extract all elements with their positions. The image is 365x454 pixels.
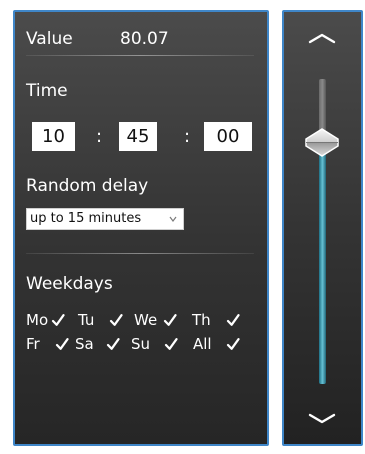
weekday-row-1: Mo Tu We Th xyxy=(26,309,262,331)
weekday-label-we: We xyxy=(134,311,158,329)
weekday-label-su: Su xyxy=(131,335,151,353)
check-icon xyxy=(163,314,177,326)
minute-field[interactable]: 45 xyxy=(119,122,157,151)
check-icon xyxy=(226,338,240,350)
weekday-label-all: All xyxy=(193,335,212,353)
weekday-label-sa: Sa xyxy=(75,335,94,353)
schedule-panel: Value 80.07 Time 10 : 45 : 00 Random del… xyxy=(13,10,269,446)
check-icon xyxy=(51,314,65,326)
random-delay-heading: Random delay xyxy=(26,176,149,196)
time-heading: Time xyxy=(26,81,68,101)
middle-divider xyxy=(26,253,254,254)
weekday-label-mo: Mo xyxy=(26,311,49,329)
value-number: 80.07 xyxy=(120,29,169,49)
chevron-up-icon[interactable] xyxy=(307,31,337,45)
value-label: Value xyxy=(26,29,73,49)
chevron-down-icon[interactable] xyxy=(307,412,337,426)
weekday-label-th: Th xyxy=(192,311,211,329)
slider-thumb[interactable] xyxy=(299,125,345,160)
hour-field[interactable]: 10 xyxy=(32,122,75,151)
weekday-label-fr: Fr xyxy=(26,335,40,353)
check-icon xyxy=(109,314,123,326)
second-field[interactable]: 00 xyxy=(204,122,252,151)
value-slider-panel xyxy=(282,10,363,446)
time-separator-1: : xyxy=(95,126,103,147)
weekday-row-2: Fr Sa Su All xyxy=(26,333,262,355)
check-icon xyxy=(226,314,240,326)
check-icon xyxy=(164,338,178,350)
weekdays-heading: Weekdays xyxy=(26,274,113,294)
top-divider xyxy=(26,55,254,56)
time-separator-2: : xyxy=(183,126,191,147)
weekday-label-tu: Tu xyxy=(78,311,95,329)
random-delay-selected: up to 15 minutes xyxy=(30,211,142,226)
slider-track-filled[interactable] xyxy=(319,144,326,384)
random-delay-select[interactable]: up to 15 minutes xyxy=(26,208,184,230)
check-icon xyxy=(55,338,69,350)
chevron-down-icon xyxy=(169,216,177,222)
check-icon xyxy=(106,338,120,350)
